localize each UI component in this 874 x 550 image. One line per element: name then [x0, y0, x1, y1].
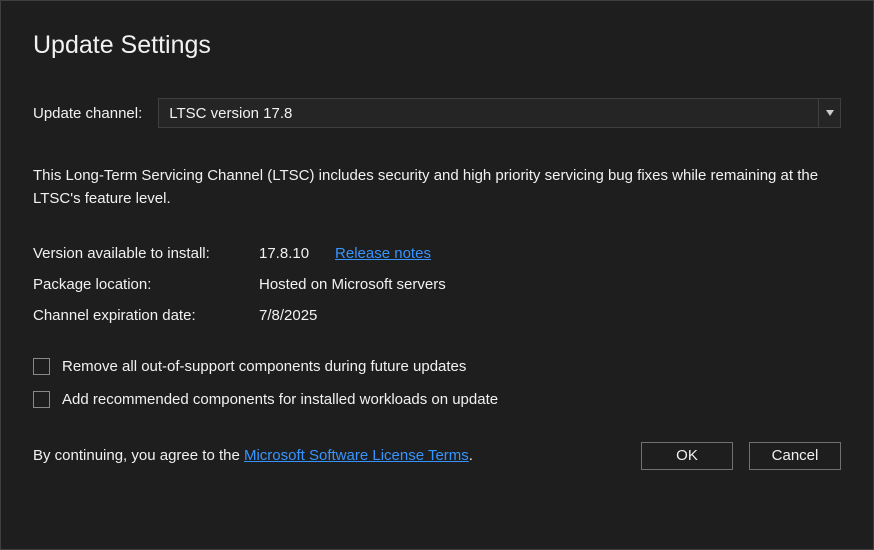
- remove-components-label[interactable]: Remove all out-of-support components dur…: [62, 358, 466, 375]
- release-notes-link[interactable]: Release notes: [335, 245, 431, 262]
- chevron-down-icon: [818, 99, 840, 127]
- add-recommended-checkbox[interactable]: [33, 391, 50, 408]
- update-settings-dialog: Update Settings Update channel: LTSC ver…: [0, 0, 874, 550]
- package-row: Package location: Hosted on Microsoft se…: [33, 276, 841, 293]
- agree-prefix: By continuing, you agree to the: [33, 447, 244, 464]
- expiration-value: 7/8/2025: [259, 307, 317, 324]
- channel-description: This Long-Term Servicing Channel (LTSC) …: [33, 164, 841, 211]
- cancel-button[interactable]: Cancel: [749, 442, 841, 470]
- ok-button[interactable]: OK: [641, 442, 733, 470]
- update-channel-label: Update channel:: [33, 105, 142, 122]
- license-agreement-text: By continuing, you agree to the Microsof…: [33, 447, 473, 464]
- package-label: Package location:: [33, 276, 259, 293]
- package-value: Hosted on Microsoft servers: [259, 276, 446, 293]
- button-group: OK Cancel: [641, 442, 841, 470]
- dialog-title: Update Settings: [33, 31, 841, 60]
- license-terms-link[interactable]: Microsoft Software License Terms: [244, 447, 469, 464]
- add-recommended-row: Add recommended components for installed…: [33, 391, 841, 408]
- update-channel-dropdown[interactable]: LTSC version 17.8: [158, 98, 841, 128]
- version-value: 17.8.10 Release notes: [259, 245, 431, 262]
- version-number: 17.8.10: [259, 245, 309, 262]
- version-row: Version available to install: 17.8.10 Re…: [33, 245, 841, 262]
- expiration-label: Channel expiration date:: [33, 307, 259, 324]
- add-recommended-label[interactable]: Add recommended components for installed…: [62, 391, 498, 408]
- remove-components-checkbox[interactable]: [33, 358, 50, 375]
- update-channel-selected: LTSC version 17.8: [159, 99, 818, 127]
- update-channel-row: Update channel: LTSC version 17.8: [33, 98, 841, 128]
- expiration-row: Channel expiration date: 7/8/2025: [33, 307, 841, 324]
- remove-components-row: Remove all out-of-support components dur…: [33, 358, 841, 375]
- version-label: Version available to install:: [33, 245, 259, 262]
- agree-suffix: .: [469, 447, 473, 464]
- dialog-footer: By continuing, you agree to the Microsof…: [33, 442, 841, 492]
- info-grid: Version available to install: 17.8.10 Re…: [33, 245, 841, 324]
- checkbox-group: Remove all out-of-support components dur…: [33, 358, 841, 408]
